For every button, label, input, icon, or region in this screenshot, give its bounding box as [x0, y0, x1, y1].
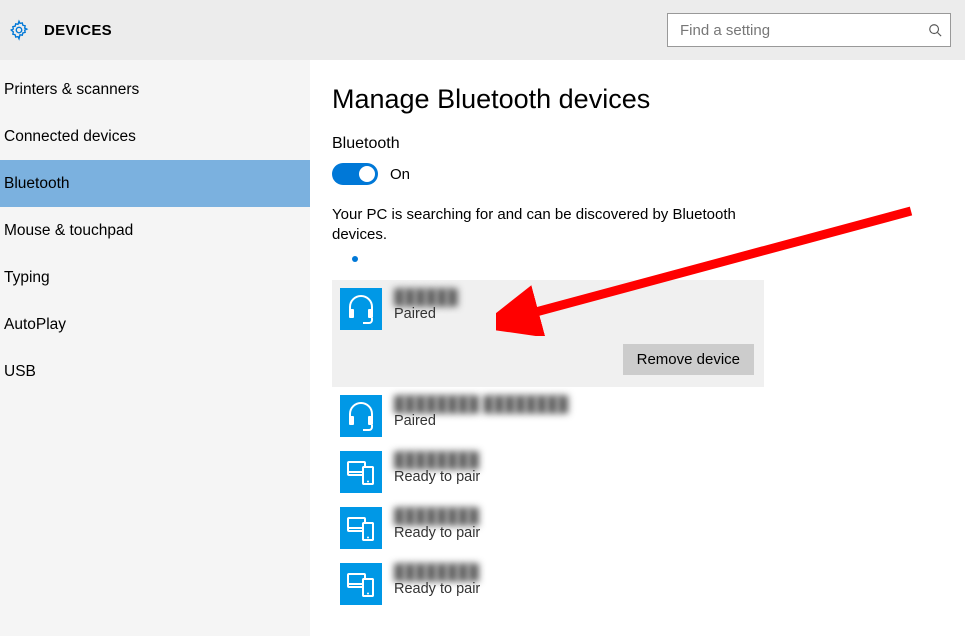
search-box[interactable]: [667, 13, 951, 47]
sidebar-item-label: Bluetooth: [4, 175, 70, 193]
sidebar-item-mouse-touchpad[interactable]: Mouse & touchpad: [0, 207, 310, 254]
bluetooth-label: Bluetooth: [332, 135, 965, 153]
sidebar-item-autoplay[interactable]: AutoPlay: [0, 301, 310, 348]
searching-spinner-icon: [352, 256, 358, 262]
search-icon: [928, 23, 942, 37]
header: DEVICES: [0, 0, 965, 60]
phone-pc-icon: [340, 507, 382, 549]
device-item[interactable]: ██████ Paired: [332, 280, 764, 330]
device-item[interactable]: ████████ Ready to pair: [332, 555, 764, 611]
device-item-actions: Remove device: [332, 330, 764, 387]
sidebar-item-label: Printers & scanners: [4, 81, 139, 99]
sidebar-item-usb[interactable]: USB: [0, 348, 310, 395]
bluetooth-status-text: Your PC is searching for and can be disc…: [332, 205, 762, 246]
sidebar-item-label: AutoPlay: [4, 316, 66, 334]
device-name: ████████ ████████: [394, 397, 568, 414]
bluetooth-toggle[interactable]: [332, 163, 378, 185]
page-category-title: DEVICES: [44, 22, 112, 39]
remove-device-button[interactable]: Remove device: [623, 344, 754, 375]
device-item[interactable]: ████████ Ready to pair: [332, 443, 764, 499]
device-status: Paired: [394, 306, 458, 322]
device-status: Ready to pair: [394, 581, 480, 597]
device-name: ██████: [394, 290, 458, 307]
headset-icon: [340, 288, 382, 330]
search-input[interactable]: [678, 21, 928, 40]
device-item[interactable]: ████████ ████████ Paired: [332, 387, 764, 443]
device-name: ████████: [394, 509, 480, 526]
bluetooth-toggle-state: On: [390, 166, 410, 183]
headset-icon: [340, 395, 382, 437]
sidebar-item-label: Mouse & touchpad: [4, 222, 133, 240]
device-item[interactable]: ████████ Ready to pair: [332, 499, 764, 555]
sidebar-item-label: Connected devices: [4, 128, 136, 146]
main-content: Manage Bluetooth devices Bluetooth On Yo…: [310, 60, 965, 636]
device-name: ████████: [394, 565, 480, 582]
bluetooth-device-list: ██████ Paired Remove device: [332, 280, 764, 611]
device-status: Ready to pair: [394, 525, 480, 541]
sidebar-item-connected-devices[interactable]: Connected devices: [0, 113, 310, 160]
gear-icon: [8, 19, 30, 41]
sidebar: Printers & scanners Connected devices Bl…: [0, 60, 310, 636]
phone-pc-icon: [340, 451, 382, 493]
sidebar-item-typing[interactable]: Typing: [0, 254, 310, 301]
sidebar-item-bluetooth[interactable]: Bluetooth: [0, 160, 310, 207]
device-name: ████████: [394, 453, 480, 470]
sidebar-item-label: Typing: [4, 269, 50, 287]
page-title: Manage Bluetooth devices: [332, 84, 965, 115]
device-status: Ready to pair: [394, 469, 480, 485]
phone-pc-icon: [340, 563, 382, 605]
device-status: Paired: [394, 413, 568, 429]
sidebar-item-printers-scanners[interactable]: Printers & scanners: [0, 66, 310, 113]
sidebar-item-label: USB: [4, 363, 36, 381]
